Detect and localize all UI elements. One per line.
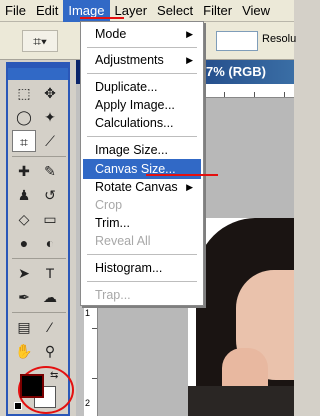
- dodge-tool-icon[interactable]: ◐: [38, 232, 62, 254]
- menu-item-mode[interactable]: Mode ▶: [83, 24, 201, 44]
- magic-wand-tool-icon[interactable]: ✦: [38, 106, 62, 128]
- menu-item-crop: Crop: [95, 198, 123, 212]
- type-tool-icon[interactable]: T: [38, 262, 62, 284]
- ruler-label: 2: [85, 398, 91, 408]
- annotation-underline-image-menu: [80, 17, 124, 19]
- menu-filter[interactable]: Filter: [198, 0, 237, 22]
- ruler-tick: [224, 92, 225, 97]
- menu-item-adjustments[interactable]: Adjustments ▶: [83, 50, 201, 70]
- menu-item-label: Mode: [95, 27, 127, 41]
- ruler-tick: [92, 328, 97, 329]
- menu-item-duplicate[interactable]: Duplicate...: [83, 77, 201, 97]
- menu-separator: [87, 73, 197, 74]
- submenu-arrow-icon: ▶: [186, 182, 193, 192]
- default-colors-icon[interactable]: [14, 402, 22, 410]
- menu-item-trap: Trap...: [95, 288, 131, 302]
- submenu-arrow-icon: ▶: [186, 55, 193, 65]
- hand-tool-icon[interactable]: ✋: [12, 340, 36, 362]
- menu-view[interactable]: View: [237, 0, 275, 22]
- menu-item-reveal-all: Reveal All: [95, 234, 151, 248]
- history-brush-tool-icon[interactable]: ↺: [38, 184, 62, 206]
- gradient-tool-icon[interactable]: ▭: [38, 208, 62, 230]
- annotation-underline-canvas-size: [146, 174, 218, 176]
- photo-shoulder: [188, 386, 294, 416]
- shape-tool-icon[interactable]: ☁: [38, 286, 62, 308]
- notes-tool-icon[interactable]: ▤: [12, 316, 36, 338]
- crop-tool-icon[interactable]: ⌗: [12, 130, 36, 152]
- resolution-label: Resolu: [262, 33, 297, 45]
- eraser-tool-icon[interactable]: ◇: [12, 208, 36, 230]
- menu-file[interactable]: File: [0, 0, 31, 22]
- menu-item-rotate-canvas[interactable]: Rotate Canvas ▶: [83, 177, 201, 197]
- slice-tool-icon[interactable]: ⟋: [38, 130, 62, 152]
- eyedropper-tool-icon[interactable]: ⁄: [38, 316, 62, 338]
- menu-item-canvas-size[interactable]: Canvas Size...: [83, 159, 201, 179]
- healing-brush-tool-icon[interactable]: ✚: [12, 160, 36, 182]
- ruler-tick: [284, 92, 285, 97]
- blur-tool-icon[interactable]: ●: [12, 232, 36, 254]
- menu-item-label: Adjustments: [95, 53, 164, 67]
- menu-item-trim[interactable]: Trim...: [83, 213, 201, 233]
- move-tool-icon[interactable]: ✥: [38, 82, 62, 104]
- zoom-tool-icon[interactable]: ⚲: [38, 340, 62, 362]
- ruler-tick: [254, 92, 255, 97]
- toolbox-divider: [12, 312, 66, 313]
- menu-item-image-size[interactable]: Image Size...: [83, 140, 201, 160]
- menu-item-label: Rotate Canvas: [95, 180, 178, 194]
- menu-separator: [87, 47, 197, 48]
- toolbox-header[interactable]: [8, 68, 68, 80]
- options-input-field[interactable]: [216, 31, 258, 51]
- menu-separator: [87, 281, 197, 282]
- menu-item-apply-image[interactable]: Apply Image...: [83, 95, 201, 115]
- ruler-label: 1: [85, 308, 91, 318]
- crop-tool-preset-icon[interactable]: ⌗▾: [22, 30, 58, 52]
- toolbox: ⬚ ✥ ◯ ✦ ⌗ ⟋ ✚ ✎ ♟ ↺ ◇ ▭ ● ◐ ➤ T ✒ ☁ ▤ ⁄ …: [6, 62, 70, 416]
- toolbox-divider: [12, 258, 66, 259]
- menu-item-calculations[interactable]: Calculations...: [83, 113, 201, 133]
- lasso-tool-icon[interactable]: ◯: [12, 106, 36, 128]
- menu-separator: [87, 254, 197, 255]
- toolbox-divider: [12, 156, 66, 157]
- foreground-color-swatch[interactable]: [20, 374, 44, 398]
- submenu-arrow-icon: ▶: [186, 29, 193, 39]
- ruler-tick: [92, 378, 97, 379]
- path-selection-tool-icon[interactable]: ➤: [12, 262, 36, 284]
- pen-tool-icon[interactable]: ✒: [12, 286, 36, 308]
- image-menu-dropdown: Mode ▶ Adjustments ▶ Duplicate... Apply …: [80, 21, 204, 306]
- marquee-tool-icon[interactable]: ⬚: [12, 82, 36, 104]
- brush-tool-icon[interactable]: ✎: [38, 160, 62, 182]
- menu-item-histogram[interactable]: Histogram...: [83, 258, 201, 278]
- clone-stamp-tool-icon[interactable]: ♟: [12, 184, 36, 206]
- menu-edit[interactable]: Edit: [31, 0, 63, 22]
- menu-select[interactable]: Select: [152, 0, 198, 22]
- menu-separator: [87, 136, 197, 137]
- menu-bar: File Edit Image Layer Select Filter View: [0, 0, 294, 22]
